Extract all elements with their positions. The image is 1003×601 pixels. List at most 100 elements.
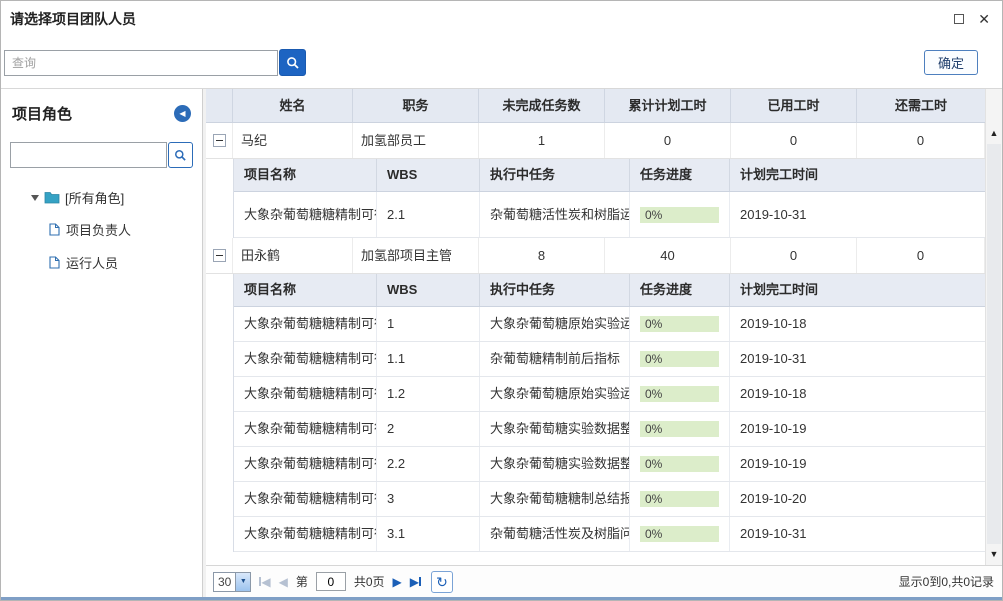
close-icon[interactable]: ✕ xyxy=(978,12,990,26)
last-page-icon: ▶ xyxy=(410,575,419,589)
task-wbs: 1 xyxy=(377,307,480,341)
search-icon xyxy=(286,56,300,70)
title-bar: 请选择项目团队人员 ✕ xyxy=(1,1,1002,37)
member-position: 加氢部员工 xyxy=(353,123,479,158)
file-icon xyxy=(49,256,60,269)
sidebar-collapse-button[interactable]: ◀ xyxy=(174,105,191,122)
grid-area: 姓名 职务 未完成任务数 累计计划工时 已用工时 还需工时 马纪 加氢部员工 1… xyxy=(206,89,1002,565)
first-page-button[interactable]: ◀ xyxy=(259,575,270,589)
role-search-button[interactable] xyxy=(168,142,193,168)
tree-item-label: 项目负责人 xyxy=(66,220,131,239)
dialog-bottom-border xyxy=(1,597,1002,600)
tree-item-label: 运行人员 xyxy=(66,253,118,272)
sidebar: 项目角色 ◀ [所有角色] 项目负责人 xyxy=(1,89,203,597)
progress-bar: 0% xyxy=(640,351,719,367)
task-project: 大象杂葡萄糖糖精制可行性 xyxy=(234,447,377,481)
column-header-planned-hours: 累计计划工时 xyxy=(605,89,731,122)
task-row[interactable]: 大象杂葡萄糖糖精制可行性 1.1 杂葡萄糖精制前后指标 0% 2019-10-3… xyxy=(234,342,985,377)
role-search-box xyxy=(10,142,193,168)
window-controls: ✕ xyxy=(954,12,990,26)
page-label-prefix: 第 xyxy=(296,573,308,590)
member-used: 0 xyxy=(731,123,857,158)
task-name: 大象杂葡萄糖原始实验运行 xyxy=(480,377,630,411)
progress-bar: 0% xyxy=(640,421,719,437)
task-wbs: 2 xyxy=(377,412,480,446)
task-finish-date: 2019-10-31 xyxy=(730,517,985,551)
sub-column-header-progress: 任务进度 xyxy=(630,274,730,306)
scrollbar-thumb[interactable] xyxy=(987,144,1001,544)
sidebar-title: 项目角色 xyxy=(12,103,72,124)
task-finish-date: 2019-10-20 xyxy=(730,482,985,516)
scroll-down-icon[interactable]: ▼ xyxy=(986,546,1002,563)
sub-column-header-project: 项目名称 xyxy=(234,159,377,191)
prev-page-button[interactable]: ◀ xyxy=(279,575,288,589)
sub-column-header-wbs: WBS xyxy=(377,274,480,306)
task-name: 杂葡萄糖活性炭及树脂问题 xyxy=(480,517,630,551)
sub-column-header-wbs: WBS xyxy=(377,159,480,191)
task-row[interactable]: 大象杂葡萄糖糖精制可行性 2 大象杂葡萄糖实验数据整理 0% 2019-10-1… xyxy=(234,412,985,447)
tree-node-operator[interactable]: 运行人员 xyxy=(10,246,193,279)
chevron-down-icon: ▼ xyxy=(235,573,250,591)
column-header-needed-hours: 还需工时 xyxy=(857,89,985,122)
refresh-button[interactable]: ↻ xyxy=(431,571,453,593)
page-number-input[interactable] xyxy=(316,572,346,591)
pagination-bar: 30 ▼ ◀ ◀ 第 共0页 ▶ ▶ ↻ 显示0到0,共0记录 xyxy=(206,565,1002,597)
task-project: 大象杂葡萄糖糖精制可行性 xyxy=(234,412,377,446)
last-page-button[interactable]: ▶ xyxy=(410,575,421,589)
column-header-used-hours: 已用工时 xyxy=(731,89,857,122)
member-name: 田永鹤 xyxy=(233,238,353,273)
task-project: 大象杂葡萄糖糖精制可行性 xyxy=(234,517,377,551)
task-row[interactable]: 大象杂葡萄糖糖精制可行性 3 大象杂葡萄糖糖制总结报告 0% 2019-10-2… xyxy=(234,482,985,517)
subtable-header-row: 项目名称 WBS 执行中任务 任务进度 计划完工时间 xyxy=(234,274,985,307)
task-finish-date: 2019-10-31 xyxy=(730,192,985,237)
confirm-button[interactable]: 确定 xyxy=(924,50,978,75)
task-wbs: 3 xyxy=(377,482,480,516)
task-finish-date: 2019-10-31 xyxy=(730,342,985,376)
maximize-icon[interactable] xyxy=(954,14,964,24)
task-name: 杂葡萄糖活性炭和树脂运行 xyxy=(480,192,630,237)
progress-bar: 0% xyxy=(640,386,719,402)
task-row[interactable]: 大象杂葡萄糖糖精制可行性 1 大象杂葡萄糖原始实验运行 0% 2019-10-1… xyxy=(234,307,985,342)
task-name: 大象杂葡萄糖糖制总结报告 xyxy=(480,482,630,516)
next-page-icon: ▶ xyxy=(393,575,402,589)
search-icon xyxy=(174,149,187,162)
folder-icon xyxy=(44,191,60,204)
collapse-row-icon[interactable] xyxy=(213,249,226,262)
toolbar: 确定 xyxy=(1,37,1002,89)
tree-expander-icon[interactable] xyxy=(31,195,39,201)
sub-column-header-finish: 计划完工时间 xyxy=(730,274,985,306)
member-needed: 0 xyxy=(857,238,985,273)
search-button[interactable] xyxy=(279,49,306,76)
search-input[interactable] xyxy=(4,50,278,76)
task-subtable: 项目名称 WBS 执行中任务 任务进度 计划完工时间 大象杂葡萄糖糖精制可行性 … xyxy=(233,274,985,552)
task-project: 大象杂葡萄糖糖精制可行性 xyxy=(234,192,377,237)
member-position: 加氢部项目主管 xyxy=(353,238,479,273)
task-wbs: 1.2 xyxy=(377,377,480,411)
member-row[interactable]: 马纪 加氢部员工 1 0 0 0 xyxy=(206,123,985,159)
record-summary: 显示0到0,共0记录 xyxy=(899,573,994,590)
collapse-row-icon[interactable] xyxy=(213,134,226,147)
member-row[interactable]: 田永鹤 加氢部项目主管 8 40 0 0 xyxy=(206,238,985,274)
page-label-suffix: 共0页 xyxy=(354,573,385,590)
task-row[interactable]: 大象杂葡萄糖糖精制可行性 1.2 大象杂葡萄糖原始实验运行 0% 2019-10… xyxy=(234,377,985,412)
scroll-up-icon[interactable]: ▲ xyxy=(986,125,1002,142)
subtable-header-row: 项目名称 WBS 执行中任务 任务进度 计划完工时间 xyxy=(234,159,985,192)
member-name: 马纪 xyxy=(233,123,353,158)
task-row[interactable]: 大象杂葡萄糖糖精制可行性 3.1 杂葡萄糖活性炭及树脂问题 0% 2019-10… xyxy=(234,517,985,552)
next-page-button[interactable]: ▶ xyxy=(393,575,402,589)
page-size-select[interactable]: 30 ▼ xyxy=(213,572,251,592)
sidebar-header: 项目角色 ◀ xyxy=(12,103,191,124)
sub-column-header-task: 执行中任务 xyxy=(480,159,630,191)
column-header-unfinished: 未完成任务数 xyxy=(479,89,605,122)
member-unfinished: 8 xyxy=(479,238,605,273)
task-name: 杂葡萄糖精制前后指标 xyxy=(480,342,630,376)
tree-node-project-leader[interactable]: 项目负责人 xyxy=(10,213,193,246)
tree-node-all-roles[interactable]: [所有角色] xyxy=(10,184,193,213)
task-row[interactable]: 大象杂葡萄糖糖精制可行性 2.2 大象杂葡萄糖实验数据整理 0% 2019-10… xyxy=(234,447,985,482)
vertical-scrollbar[interactable]: ▲ ▼ xyxy=(985,89,1002,565)
member-unfinished: 1 xyxy=(479,123,605,158)
role-filter-input[interactable] xyxy=(10,142,167,168)
dialog-title: 请选择项目团队人员 xyxy=(10,9,136,29)
task-row[interactable]: 大象杂葡萄糖糖精制可行性 2.1 杂葡萄糖活性炭和树脂运行 0% 2019-10… xyxy=(234,192,985,238)
sub-column-header-finish: 计划完工时间 xyxy=(730,159,985,191)
